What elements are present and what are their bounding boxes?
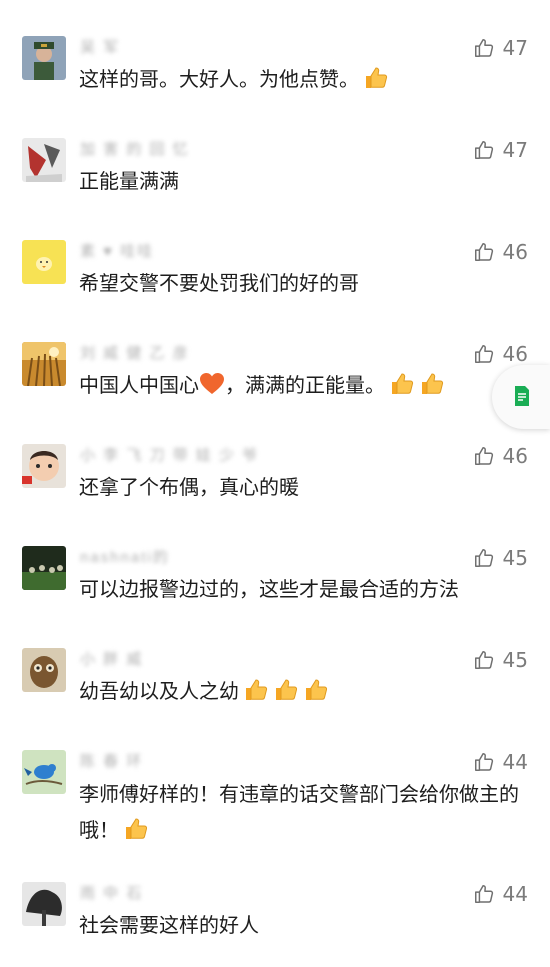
like-count: 47 [502,138,528,162]
comment-text: 社会需要这样的好人 [79,913,259,937]
thumbs-up-emoji-icon [392,373,414,394]
like-count: 46 [502,444,528,468]
like-button[interactable]: 44 [473,750,528,774]
comment-text: 希望交警不要处罚我们的好的哥 [79,271,359,295]
like-count: 45 [502,648,528,672]
comment-author[interactable]: 素 ♥ 哇哇 [80,240,154,261]
comment-text-content: 中国人中国心 [79,373,199,397]
comment-text: 可以边报警边过的，这些才是最合适的方法 [79,577,459,601]
heart-emoji-icon [200,373,224,394]
comment-text: 正能量满满 [79,169,179,193]
like-count: 44 [502,750,528,774]
avatar[interactable] [22,444,66,488]
avatar[interactable] [22,648,66,692]
thumbs-up-outline-icon[interactable] [473,883,495,905]
comment-text: 还拿了个布偶，真心的暖 [79,475,299,499]
thumbs-up-outline-icon[interactable] [473,547,495,569]
avatar[interactable] [22,750,66,794]
comment-author[interactable]: nashnati的 [80,546,170,567]
thumbs-up-outline-icon[interactable] [473,445,495,467]
thumbs-up-emoji-icon [306,679,328,700]
like-button[interactable]: 44 [473,882,528,906]
thumbs-up-emoji-icon [422,373,444,394]
thumbs-up-emoji-icon [126,818,148,839]
like-count: 46 [502,342,528,366]
like-button[interactable]: 46 [473,240,528,264]
thumbs-up-outline-icon[interactable] [473,139,495,161]
comment-author[interactable]: 雨 中 石 [80,882,143,903]
avatar[interactable] [22,882,66,926]
document-icon[interactable] [514,385,530,407]
comment-author[interactable]: 小 李 飞 刀 带 娃 少 爷 [80,444,259,465]
avatar[interactable] [22,240,66,284]
comment-text: 这样的哥。大好人。为他点赞。 [79,64,519,94]
comment-text-content: ，满满的正能量。 [225,373,385,397]
like-button[interactable]: 45 [473,648,528,672]
avatar[interactable] [22,36,66,80]
thumbs-up-outline-icon[interactable] [473,649,495,671]
like-count: 46 [502,240,528,264]
thumbs-up-emoji-icon [366,67,388,88]
comment-text: 幼吾幼以及人之幼 [79,676,519,706]
comment-author[interactable]: 刘 威 健 乙 彦 [80,342,190,363]
thumbs-up-outline-icon[interactable] [473,37,495,59]
comment-text-content: 这样的哥。大好人。为他点赞。 [79,67,359,91]
like-button[interactable]: 45 [473,546,528,570]
like-button[interactable]: 47 [473,138,528,162]
like-count: 47 [502,36,528,60]
comment-text: 中国人中国心 ，满满的正能量。 [79,370,519,400]
comment-text-content: 幼吾幼以及人之幼 [79,679,239,703]
comment-text: 李师傅好样的！有违章的话交警部门会给你做主的哦！ [79,776,519,848]
thumbs-up-emoji-icon [246,679,268,700]
floating-side-tab[interactable] [492,365,550,429]
like-button[interactable]: 46 [473,444,528,468]
avatar[interactable] [22,546,66,590]
comment-author[interactable]: 吴 军 [80,36,120,57]
thumbs-up-outline-icon[interactable] [473,343,495,365]
thumbs-up-emoji-icon [276,679,298,700]
thumbs-up-outline-icon[interactable] [473,751,495,773]
like-button[interactable]: 47 [473,36,528,60]
comment-author[interactable]: 加 害 的 回 忆 [80,138,190,159]
thumbs-up-outline-icon[interactable] [473,241,495,263]
like-count: 45 [502,546,528,570]
comment-author[interactable]: 小 胖 威 [80,648,143,669]
avatar[interactable] [22,342,66,386]
comment-author[interactable]: 陈 春 环 [80,750,143,771]
like-button[interactable]: 46 [473,342,528,366]
avatar[interactable] [22,138,66,182]
like-count: 44 [502,882,528,906]
